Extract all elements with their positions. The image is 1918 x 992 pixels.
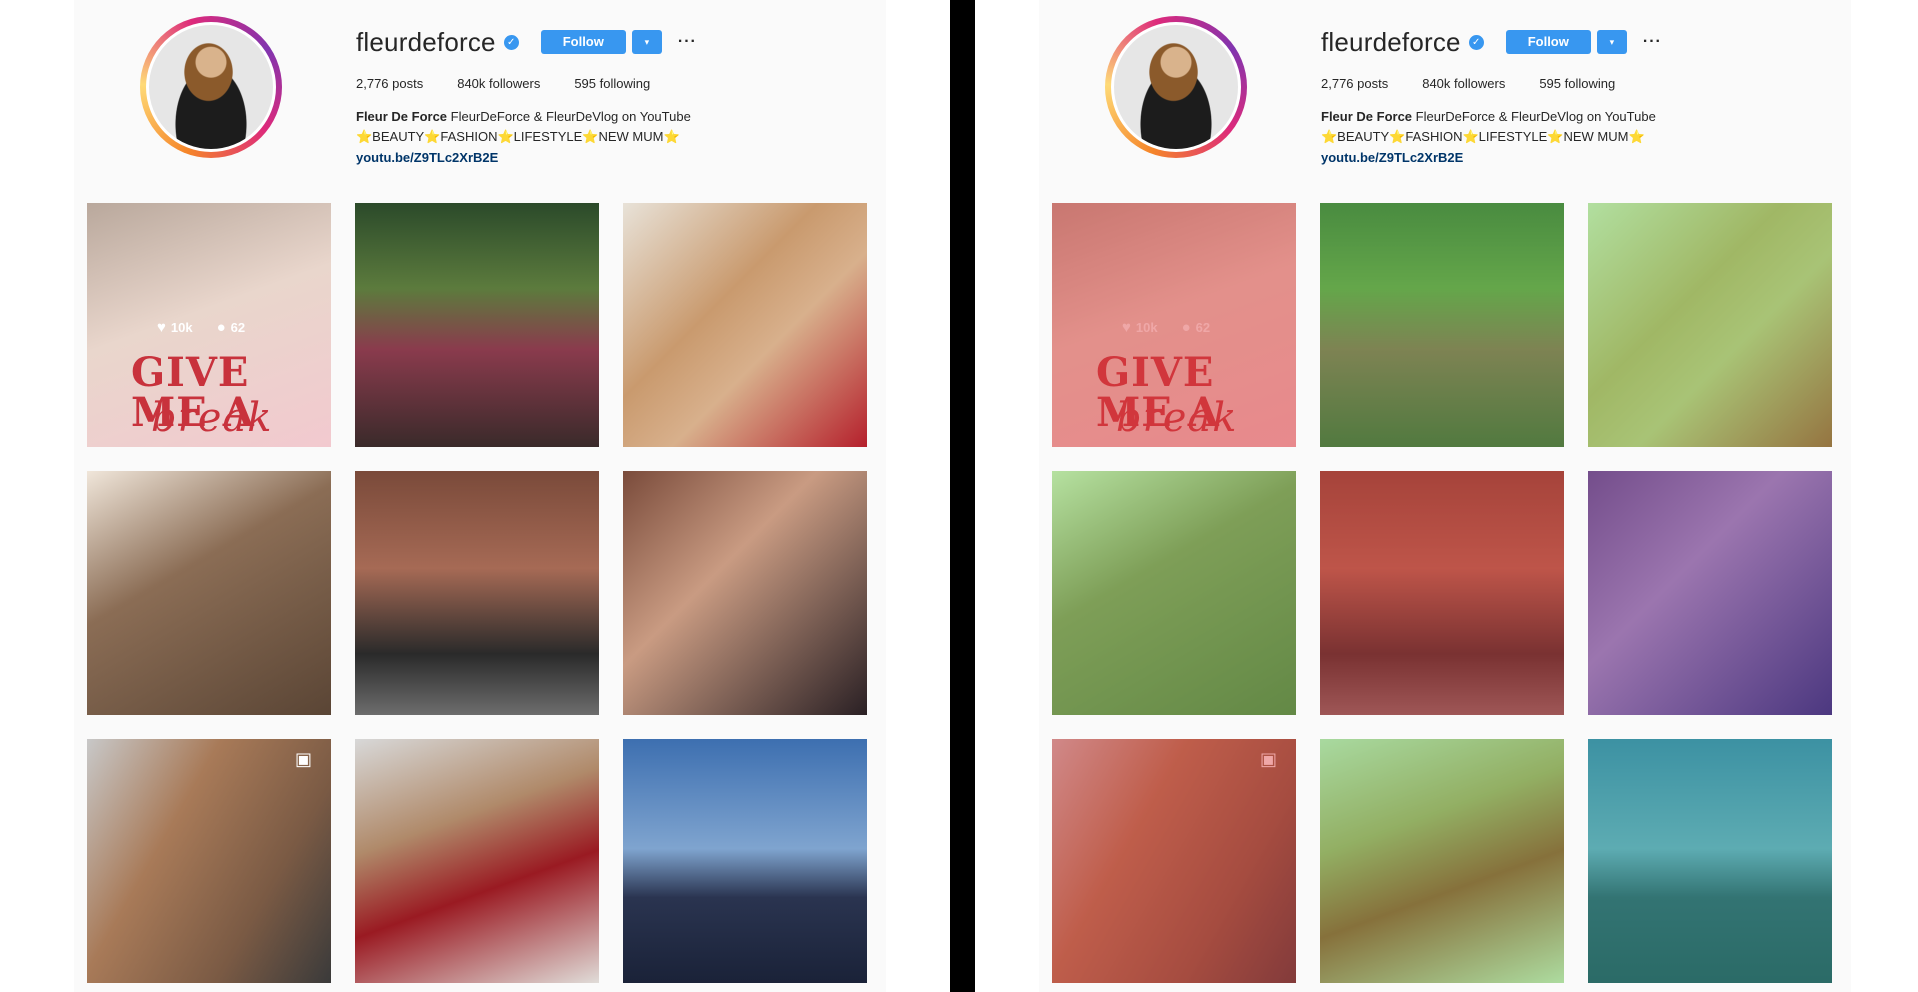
username: fleurdeforce bbox=[356, 26, 496, 57]
profile-stats: 2,776 posts 840k followers 595 following bbox=[356, 76, 684, 91]
suggested-dropdown-button[interactable]: ▾ bbox=[1596, 30, 1627, 54]
post-tile[interactable] bbox=[1320, 471, 1564, 715]
post-tile[interactable]: GIVE ME A break ♥ 10k ● 62 bbox=[1052, 203, 1296, 447]
profile-panel-tinted: fleurdeforce ✓ Follow ▾ ··· 2,776 posts … bbox=[1039, 0, 1851, 992]
post-tile[interactable] bbox=[623, 739, 867, 983]
green-tint-overlay bbox=[1588, 203, 1832, 447]
profile-header: fleurdeforce ✓ Follow ▾ ··· 2,776 posts … bbox=[1039, 0, 1851, 185]
red-tint-overlay bbox=[1052, 203, 1296, 447]
post-tile[interactable] bbox=[87, 471, 331, 715]
post-tile[interactable] bbox=[1320, 203, 1564, 447]
red-tint-overlay bbox=[1052, 739, 1296, 983]
post-tile[interactable] bbox=[355, 471, 599, 715]
bio-text: FleurDeForce & FleurDeVlog on YouTube bbox=[450, 109, 691, 124]
profile-stats: 2,776 posts 840k followers 595 following bbox=[1321, 76, 1649, 91]
post-hover-stats: ♥ 10k ● 62 bbox=[157, 319, 269, 336]
teal-tint-overlay bbox=[1588, 739, 1832, 983]
handle-row: fleurdeforce ✓ Follow ▾ ··· bbox=[1321, 26, 1662, 58]
post-tile[interactable] bbox=[1588, 203, 1832, 447]
post-tile[interactable] bbox=[355, 203, 599, 447]
full-name: Fleur De Force bbox=[1321, 109, 1413, 124]
post-tile[interactable]: ▣ bbox=[1052, 739, 1296, 983]
username: fleurdeforce bbox=[1321, 26, 1461, 57]
posts-count: 2,776 posts bbox=[356, 76, 424, 91]
profile-header: fleurdeforce ✓ Follow ▾ ··· 2,776 posts … bbox=[74, 0, 886, 185]
comments-count: 62 bbox=[230, 320, 246, 335]
post-tile[interactable] bbox=[1588, 471, 1832, 715]
shirt-text-line2: break bbox=[151, 395, 273, 441]
following-count[interactable]: 595 following bbox=[1539, 76, 1615, 91]
verified-badge-icon: ✓ bbox=[503, 34, 519, 50]
avatar bbox=[1111, 22, 1241, 152]
red-tint-overlay bbox=[1320, 471, 1564, 715]
likes-count: 10k bbox=[170, 320, 193, 335]
full-name: Fleur De Force bbox=[356, 109, 448, 124]
purple-tint-overlay bbox=[1588, 471, 1832, 715]
profile-panel-original: fleurdeforce ✓ Follow ▾ ··· 2,776 posts … bbox=[74, 0, 886, 992]
posts-count: 2,776 posts bbox=[1321, 76, 1389, 91]
bio-link[interactable]: youtu.be/Z9TLc2XrB2E bbox=[1321, 150, 1463, 165]
bio-text: FleurDeForce & FleurDeVlog on YouTube bbox=[1415, 109, 1656, 124]
post-tile[interactable] bbox=[623, 203, 867, 447]
avatar-story-ring[interactable] bbox=[1105, 16, 1247, 158]
green-tint-overlay bbox=[1052, 471, 1296, 715]
suggested-dropdown-button[interactable]: ▾ bbox=[631, 30, 662, 54]
post-tile[interactable]: ▣ bbox=[87, 739, 331, 983]
panel-divider bbox=[950, 0, 975, 992]
followers-count[interactable]: 840k followers bbox=[1422, 76, 1505, 91]
green-tint-overlay bbox=[1320, 739, 1564, 983]
more-options-icon[interactable]: ··· bbox=[1643, 33, 1662, 51]
post-tile[interactable] bbox=[355, 739, 599, 983]
avatar bbox=[146, 22, 276, 152]
post-tile[interactable] bbox=[1052, 471, 1296, 715]
followers-count[interactable]: 840k followers bbox=[457, 76, 540, 91]
comment-icon: ● bbox=[216, 319, 226, 336]
bio-tagline: ⭐BEAUTY⭐FASHION⭐LIFESTYLE⭐NEW MUM⭐ bbox=[356, 129, 680, 144]
verified-badge-icon: ✓ bbox=[1468, 34, 1484, 50]
bio-link[interactable]: youtu.be/Z9TLc2XrB2E bbox=[356, 150, 498, 165]
green-tint-overlay bbox=[1320, 203, 1564, 447]
heart-icon: ♥ bbox=[157, 319, 166, 336]
more-options-icon[interactable]: ··· bbox=[678, 33, 697, 51]
follow-button[interactable]: Follow bbox=[1505, 30, 1591, 54]
avatar-story-ring[interactable] bbox=[140, 16, 282, 158]
video-icon: ▣ bbox=[295, 749, 313, 769]
post-tile[interactable] bbox=[1320, 739, 1564, 983]
post-tile[interactable]: GIVE ME A break ♥ 10k ● 62 bbox=[87, 203, 331, 447]
bio-name-line: Fleur De Force FleurDeForce & FleurDeVlo… bbox=[1321, 109, 1656, 124]
bio-name-line: Fleur De Force FleurDeForce & FleurDeVlo… bbox=[356, 109, 691, 124]
follow-button[interactable]: Follow bbox=[540, 30, 626, 54]
following-count[interactable]: 595 following bbox=[574, 76, 650, 91]
bio-tagline: ⭐BEAUTY⭐FASHION⭐LIFESTYLE⭐NEW MUM⭐ bbox=[1321, 129, 1645, 144]
post-tile[interactable] bbox=[1588, 739, 1832, 983]
post-tile[interactable] bbox=[623, 471, 867, 715]
handle-row: fleurdeforce ✓ Follow ▾ ··· bbox=[356, 26, 697, 58]
